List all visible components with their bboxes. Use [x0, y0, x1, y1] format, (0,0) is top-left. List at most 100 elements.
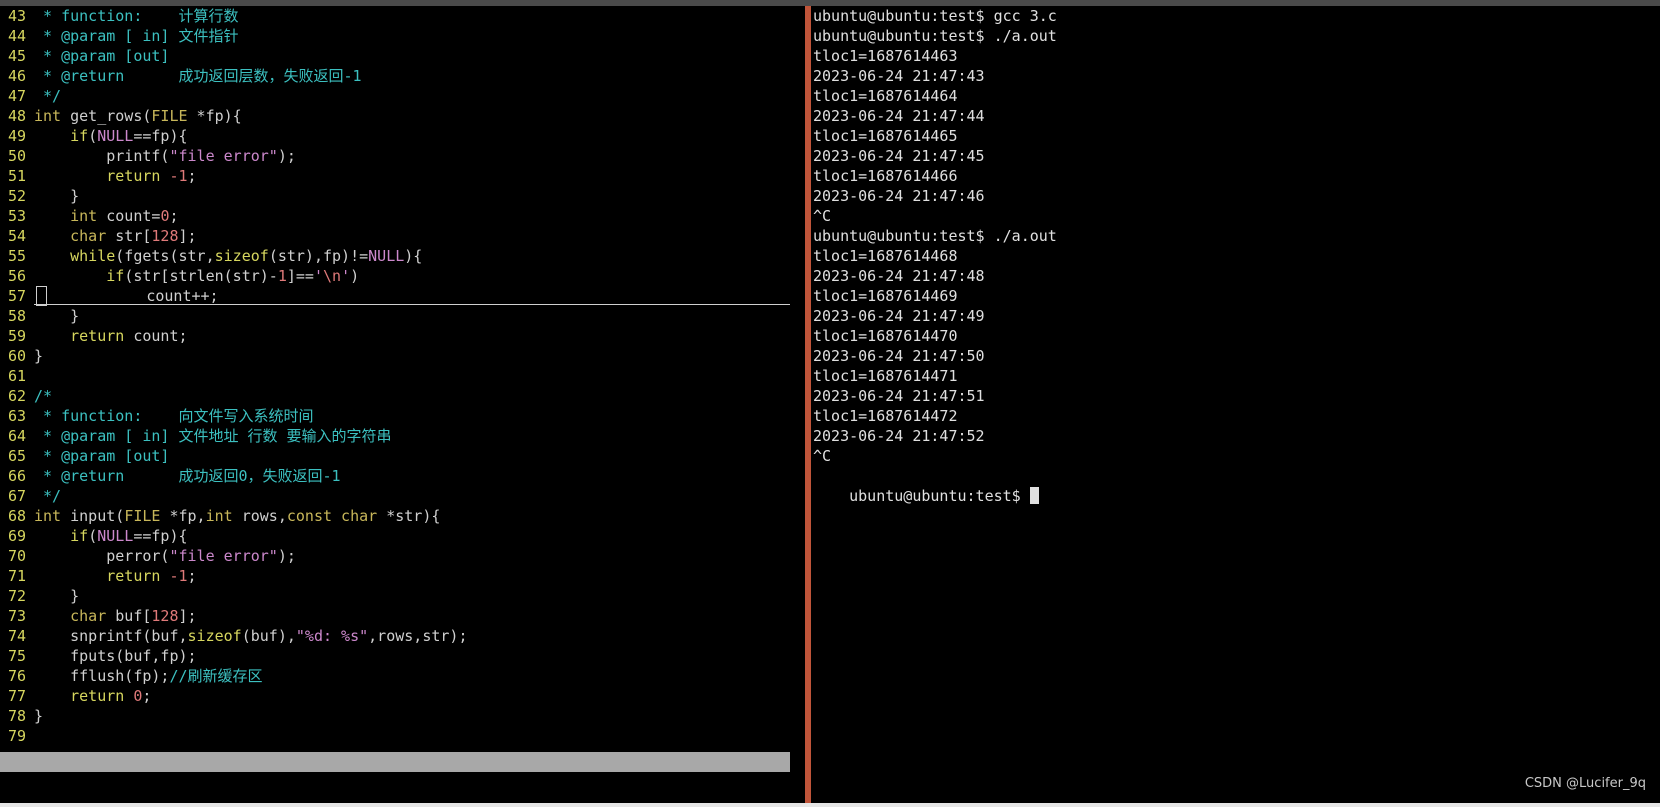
terminal-line: ^C: [813, 207, 832, 225]
code-token: snprintf(buf,: [34, 627, 188, 645]
code-line[interactable]: 51 return -1;: [0, 166, 805, 186]
code-token: }: [34, 187, 80, 205]
vim-editor-pane[interactable]: 43 * function: 计算行数 44 * @param [ in] 文件指…: [0, 6, 805, 803]
code-line[interactable]: 43 * function: 计算行数: [0, 6, 805, 26]
line-number: 69: [7, 527, 26, 545]
code-line[interactable]: 59 return count;: [0, 326, 805, 346]
terminal-cursor: [1029, 487, 1039, 504]
terminal-prompt: ubuntu@ubuntu:test$: [849, 487, 1030, 505]
code-token: * function: 向文件写入系统时间: [34, 407, 314, 425]
code-token: -1: [169, 167, 188, 185]
terminal-line: tloc1=1687614471: [813, 367, 958, 385]
line-number: 58: [7, 307, 26, 325]
code-token: //刷新缓存区: [169, 667, 263, 685]
code-line[interactable]: 69 if(NULL==fp){: [0, 526, 805, 546]
code-line[interactable]: 52 }: [0, 186, 805, 206]
code-line[interactable]: 48 int get_rows(FILE *fp){: [0, 106, 805, 126]
terminal-output: ubuntu@ubuntu:test$ gcc 3.c ubuntu@ubuntu…: [811, 6, 1660, 466]
code-token: *str){: [377, 507, 441, 525]
code-line[interactable]: 63 * function: 向文件写入系统时间: [0, 406, 805, 426]
code-token: ){: [404, 247, 423, 265]
code-token: (str),fp)!=: [268, 247, 369, 265]
code-line[interactable]: 64 * @param [ in] 文件地址 行数 要输入的字符串: [0, 426, 805, 446]
code-line[interactable]: 54 char str[128];: [0, 226, 805, 246]
code-token: 128: [151, 227, 179, 245]
terminal-line: tloc1=1687614468: [813, 247, 958, 265]
code-token: ==fp){: [133, 527, 188, 545]
line-number: 60: [7, 347, 26, 365]
code-line[interactable]: 57 count++;: [0, 286, 805, 306]
code-token: while: [70, 247, 116, 265]
code-token: char: [70, 607, 107, 625]
code-token: "file error": [169, 147, 278, 165]
line-number: 47: [7, 87, 26, 105]
terminal-line: tloc1=1687614469: [813, 287, 958, 305]
code-token: "%d: %s": [295, 627, 369, 645]
code-token: }: [34, 347, 44, 365]
code-line[interactable]: 67 */: [0, 486, 805, 506]
code-token: ;: [142, 687, 152, 705]
code-line[interactable]: 76 fflush(fp);//刷新缓存区: [0, 666, 805, 686]
terminal-line: tloc1=1687614465: [813, 127, 958, 145]
code-token: ;: [169, 207, 179, 225]
code-line[interactable]: 72 }: [0, 586, 805, 606]
code-line[interactable]: 47 */: [0, 86, 805, 106]
code-line[interactable]: 45 * @param [out]: [0, 46, 805, 66]
code-line[interactable]: 49 if(NULL==fp){: [0, 126, 805, 146]
code-line[interactable]: 61: [0, 366, 805, 386]
code-line[interactable]: 58 }: [0, 306, 805, 326]
terminal-prompt-line[interactable]: ubuntu@ubuntu:test$: [811, 466, 1660, 505]
code-line[interactable]: 62 /*: [0, 386, 805, 406]
code-line[interactable]: 79: [0, 726, 805, 746]
code-line[interactable]: 56 if(str[strlen(str)-1]=='\n'): [0, 266, 805, 286]
code-token: );: [277, 547, 296, 565]
line-number: 50: [7, 147, 26, 165]
code-token: int: [205, 507, 233, 525]
code-token: /*: [34, 387, 53, 405]
code-line[interactable]: 66 * @return 成功返回0，失败返回-1: [0, 466, 805, 486]
code-line[interactable]: 53 int count=0;: [0, 206, 805, 226]
code-token: ];: [178, 607, 197, 625]
terminal-line: tloc1=1687614470: [813, 327, 958, 345]
code-token: count;: [124, 327, 188, 345]
terminal-line: tloc1=1687614466: [813, 167, 958, 185]
code-token: char: [70, 227, 107, 245]
code-line[interactable]: 74 snprintf(buf,sizeof(buf),"%d: %s",row…: [0, 626, 805, 646]
code-line[interactable]: 46 * @return 成功返回层数，失败返回-1: [0, 66, 805, 86]
code-token: );: [277, 147, 296, 165]
terminal-line: 2023-06-24 21:47:49: [813, 307, 985, 325]
code-line[interactable]: 50 printf("file error");: [0, 146, 805, 166]
code-line[interactable]: 71 return -1;: [0, 566, 805, 586]
line-number: 55: [7, 247, 26, 265]
code-token: ': [313, 267, 323, 285]
vim-code-area[interactable]: 43 * function: 计算行数 44 * @param [ in] 文件指…: [0, 6, 805, 746]
code-token: return: [70, 327, 125, 345]
line-number: 49: [7, 127, 26, 145]
line-number: 52: [7, 187, 26, 205]
code-token: (str[strlen(str)-: [124, 267, 278, 285]
terminal-line: ubuntu@ubuntu:test$ ./a.out: [813, 27, 1057, 45]
code-line[interactable]: 68 int input(FILE *fp,int rows,const char…: [0, 506, 805, 526]
line-number: 79: [7, 727, 26, 745]
line-number: 73: [7, 607, 26, 625]
code-token: * @return 成功返回0，失败返回-1: [34, 467, 341, 485]
code-token: FILE: [124, 507, 161, 525]
terminal-line: 2023-06-24 21:47:44: [813, 107, 985, 125]
code-line[interactable]: 73 char buf[128];: [0, 606, 805, 626]
code-line[interactable]: 55 while(fgets(str,sizeof(str),fp)!=NULL…: [0, 246, 805, 266]
line-number: 65: [7, 447, 26, 465]
line-number: 43: [7, 7, 26, 25]
code-line[interactable]: 44 * @param [ in] 文件指针: [0, 26, 805, 46]
code-line[interactable]: 60}: [0, 346, 805, 366]
code-line[interactable]: 78}: [0, 706, 805, 726]
code-line[interactable]: 70 perror("file error");: [0, 546, 805, 566]
code-line[interactable]: 65 * @param [out]: [0, 446, 805, 466]
terminal-pane[interactable]: ubuntu@ubuntu:test$ gcc 3.c ubuntu@ubuntu…: [811, 6, 1660, 803]
code-line[interactable]: 75 fputs(buf,fp);: [0, 646, 805, 666]
code-line[interactable]: 77 return 0;: [0, 686, 805, 706]
status-filename: 3.c: [0, 773, 28, 791]
